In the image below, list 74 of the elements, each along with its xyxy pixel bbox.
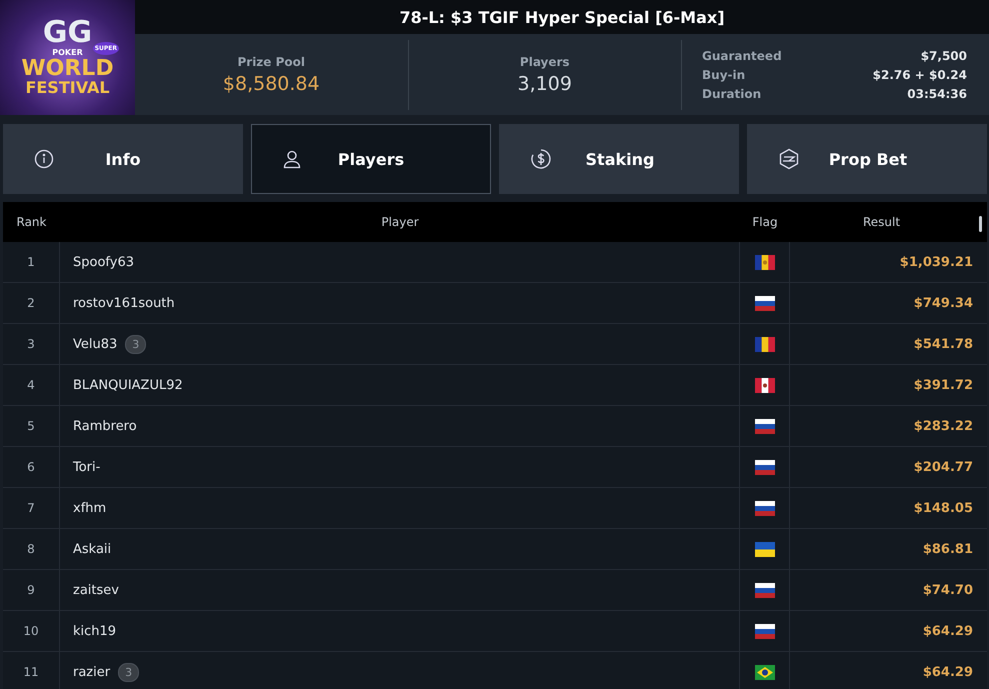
detail-label: Buy-in xyxy=(702,68,746,82)
table-row[interactable]: 8 Askaii $86.81 xyxy=(3,529,987,570)
rank-cell: 2 xyxy=(27,296,35,310)
stat-value: $8,580.84 xyxy=(222,72,320,94)
result-cell: $283.22 xyxy=(914,418,973,434)
player-name: rostov161south xyxy=(73,296,175,310)
rank-cell: 4 xyxy=(27,378,35,392)
result-cell: $749.34 xyxy=(914,296,973,310)
column-header: Result xyxy=(862,215,902,229)
rank-cell: 7 xyxy=(27,501,35,515)
rank-cell: 3 xyxy=(27,337,35,351)
player-name: Spoofy63 xyxy=(73,254,134,270)
table-row[interactable]: 1 Spoofy63 $1,039.21 xyxy=(3,242,987,283)
info-icon xyxy=(34,149,54,169)
result-cell: $148.05 xyxy=(914,500,973,516)
stat-label: Players xyxy=(520,54,570,68)
table-row[interactable]: 11 razier 3 $64.29 xyxy=(3,652,987,689)
result-cell: $204.77 xyxy=(914,460,973,474)
logo-word: FESTIVAL xyxy=(25,80,110,97)
result-cell: $1,039.21 xyxy=(900,254,973,270)
table-row[interactable]: 2 rostov161south $749.34 xyxy=(3,283,987,324)
player-name: Rambrero xyxy=(73,418,137,434)
stat-label: Prize Pool xyxy=(237,54,306,68)
result-cell: $64.29 xyxy=(922,664,973,680)
detail-label: Duration xyxy=(702,86,762,100)
table-row[interactable]: 6 Tori- $204.77 xyxy=(3,447,987,488)
column-header: Player xyxy=(380,215,420,229)
detail-value: $2.76 + $0.24 xyxy=(872,68,967,82)
rank-cell: 6 xyxy=(27,460,35,474)
rank-cell: 9 xyxy=(27,583,35,597)
result-cell: $64.29 xyxy=(922,624,973,638)
player-name: razier xyxy=(73,664,110,680)
scrollbar-thumb[interactable] xyxy=(979,216,982,232)
player-name: Velu83 xyxy=(73,336,118,352)
tab[interactable]: Staking xyxy=(499,124,739,194)
column-header: Flag xyxy=(751,215,779,229)
detail-value: 03:54:36 xyxy=(906,86,967,100)
logo-brand: GG xyxy=(42,18,92,48)
tab[interactable]: Info xyxy=(3,124,243,194)
result-cell: $86.81 xyxy=(922,542,973,556)
table-row[interactable]: 7 xfhm $148.05 xyxy=(3,488,987,529)
hexagon-bolt-icon xyxy=(778,148,800,170)
tournament-title: 78-L: $3 TGIF Hyper Special [6-Max] xyxy=(399,8,725,26)
table-row[interactable]: 3 Velu83 3 $541.78 xyxy=(3,324,987,365)
rank-cell: 8 xyxy=(27,542,35,556)
detail-label: Guaranteed xyxy=(702,48,783,62)
dollar-coin-icon xyxy=(530,148,552,170)
tab[interactable]: Players xyxy=(251,124,491,194)
table-row[interactable]: 9 zaitsev $74.70 xyxy=(3,570,987,611)
detail-value: $7,500 xyxy=(920,48,967,62)
rank-cell: 1 xyxy=(27,255,35,269)
stat-value: 3,109 xyxy=(518,72,572,94)
rank-cell: 10 xyxy=(23,624,39,638)
table-row[interactable]: 5 Rambrero $283.22 xyxy=(3,406,987,447)
logo-subtitle: POKER xyxy=(52,48,83,58)
player-name: xfhm xyxy=(73,500,106,516)
count-badge: 3 xyxy=(125,334,146,354)
table-row[interactable]: 4 BLANQUIAZUL92 $391.72 xyxy=(3,365,987,406)
player-name: Askaii xyxy=(73,542,112,556)
table-row[interactable]: 10 kich19 $64.29 xyxy=(3,611,987,652)
result-cell: $541.78 xyxy=(914,336,973,352)
logo-word: WORLD xyxy=(21,57,114,80)
rank-cell: 5 xyxy=(27,419,35,433)
player-name: kich19 xyxy=(73,624,116,638)
column-header: Rank xyxy=(16,215,48,229)
result-cell: $391.72 xyxy=(914,378,973,392)
player-name: Tori- xyxy=(73,460,100,474)
player-name: zaitsev xyxy=(73,582,119,598)
player-name: BLANQUIAZUL92 xyxy=(73,378,183,392)
rank-cell: 11 xyxy=(23,665,39,679)
user-icon xyxy=(282,149,302,169)
count-badge: 3 xyxy=(118,662,140,682)
tab[interactable]: Prop Bet xyxy=(747,124,987,194)
result-cell: $74.70 xyxy=(922,582,973,598)
